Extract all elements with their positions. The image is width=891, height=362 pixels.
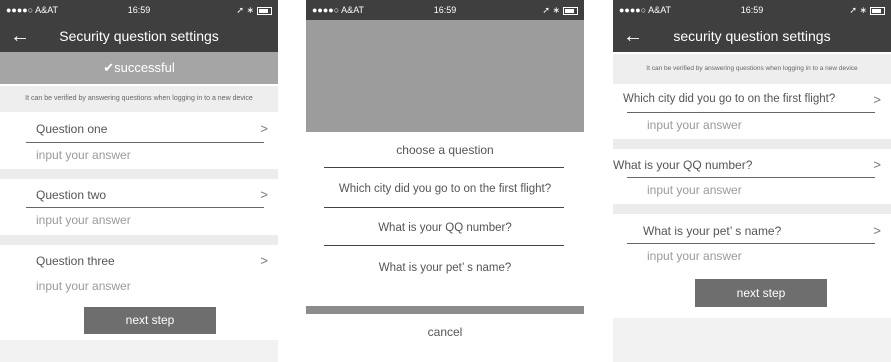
section-gap — [0, 235, 278, 245]
question-label: Question three — [36, 254, 115, 268]
check-icon: ✔ — [103, 60, 115, 75]
question-label: Question one — [36, 122, 108, 136]
question-one-selector[interactable]: Which city did you go to on the first fl… — [613, 92, 891, 114]
divider — [627, 177, 875, 178]
battery-icon: ➚ ∗ — [849, 0, 885, 20]
cancel-button[interactable]: cancel — [306, 325, 584, 339]
question-label: What is your QQ number? — [613, 158, 753, 172]
question-three-selector[interactable]: What is your pet’ s name? > — [613, 223, 891, 245]
divider — [627, 112, 875, 113]
success-banner: ✔successful — [0, 52, 278, 84]
question-label: What is your pet’ s name? — [643, 224, 782, 238]
section-gap — [613, 204, 891, 214]
option-qq-number[interactable]: What is your QQ number? — [306, 222, 584, 234]
page-title: security question settings — [673, 28, 831, 44]
answer-field-2[interactable]: input your answer — [647, 183, 742, 197]
chevron-right-icon: > — [260, 187, 268, 202]
nav-bar: ← Security question settings — [0, 20, 278, 52]
answer-field-1[interactable]: input your answer — [647, 118, 742, 132]
sheet-separator — [306, 306, 584, 314]
bottom-area — [0, 340, 278, 362]
nav-bar: ← security question settings — [613, 20, 891, 52]
chevron-right-icon: > — [260, 253, 268, 268]
question-label: Which city did you go to on the first fl… — [623, 93, 836, 105]
screen-security-settings-filled: ●●●●○ A&AT 16:59 ➚ ∗ ← security question… — [613, 0, 891, 362]
question-one-selector[interactable]: Question one > — [0, 120, 278, 144]
status-bar: ●●●●○ A&AT 16:59 ➚ ∗ — [306, 0, 584, 20]
answer-field-1[interactable]: input your answer — [36, 148, 131, 162]
divider — [627, 243, 875, 244]
divider — [324, 245, 564, 246]
next-step-button[interactable]: next step — [84, 307, 216, 334]
next-step-button[interactable]: next step — [695, 279, 827, 307]
option-pet-name[interactable]: What is your pet’ s name? — [306, 262, 584, 274]
divider — [324, 207, 564, 208]
battery-icon: ➚ ∗ — [542, 0, 578, 20]
battery-icon: ➚ ∗ — [236, 0, 272, 20]
divider — [26, 207, 264, 208]
section-gap — [613, 139, 891, 149]
answer-field-2[interactable]: input your answer — [36, 213, 131, 227]
divider — [324, 167, 564, 168]
page-title: Security question settings — [59, 28, 219, 44]
success-text: successful — [114, 60, 175, 75]
status-bar: ●●●●○ A&AT 16:59 ➚ ∗ — [0, 0, 278, 20]
answer-field-3[interactable]: input your answer — [647, 249, 742, 263]
divider — [26, 142, 264, 143]
screen-choose-question-sheet: ●●●●○ A&AT 16:59 ➚ ∗ choose a question W… — [306, 0, 584, 362]
section-gap — [0, 169, 278, 179]
option-first-flight[interactable]: Which city did you go to on the first fl… — [306, 183, 584, 195]
chevron-right-icon: > — [873, 92, 881, 107]
dimmed-overlay[interactable] — [306, 20, 584, 132]
hint-text: It can be verified by answering question… — [613, 54, 891, 84]
hint-text: It can be verified by answering question… — [0, 86, 278, 112]
chevron-right-icon: > — [873, 157, 881, 172]
screen-security-settings-success: ●●●●○ A&AT 16:59 ➚ ∗ ← Security question… — [0, 0, 278, 362]
question-label: Question two — [36, 188, 107, 202]
bottom-area — [613, 318, 891, 362]
answer-field-3[interactable]: input your answer — [36, 279, 131, 293]
question-three-selector[interactable]: Question three > — [0, 252, 278, 276]
chevron-right-icon: > — [260, 121, 268, 136]
status-bar: ●●●●○ A&AT 16:59 ➚ ∗ — [613, 0, 891, 20]
question-two-selector[interactable]: What is your QQ number? > — [613, 157, 891, 179]
sheet-title: choose a question — [396, 143, 494, 157]
chevron-right-icon: > — [873, 223, 881, 238]
